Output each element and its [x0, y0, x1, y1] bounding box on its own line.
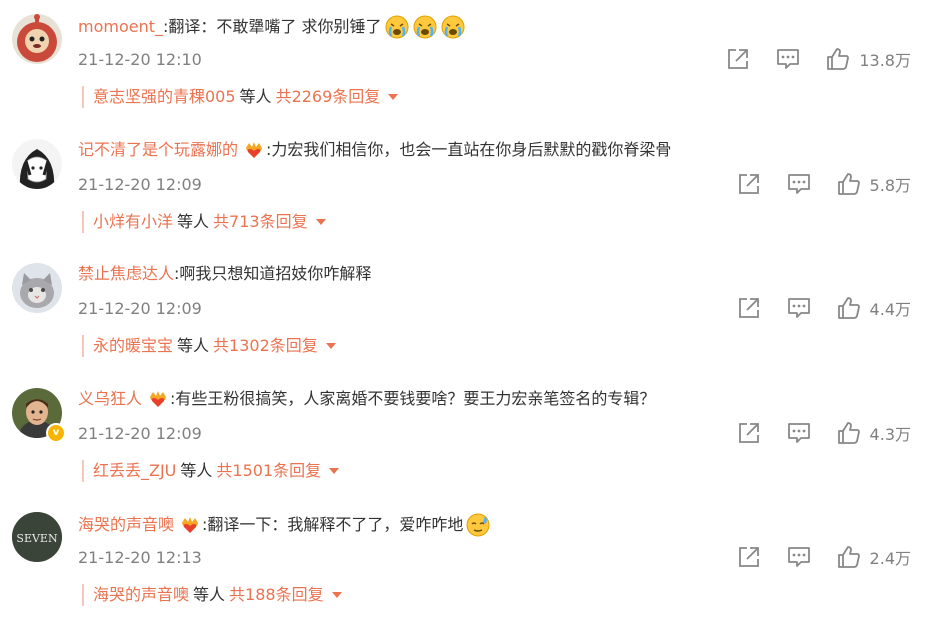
reply-total-link[interactable]: 共2269条回复 [276, 86, 381, 108]
comment-item: 记不清了是个玩露娜的 : 力宏我们相信你，也会一直站在你身后默默的戳你脊梁骨 21… [0, 125, 933, 249]
comment-icon[interactable] [786, 420, 812, 446]
thumbs-up-icon[interactable] [836, 544, 862, 570]
sweat-face-icon [465, 512, 491, 538]
comment-actions: 13.8万 [725, 46, 911, 72]
comment-username[interactable]: momoent_ [78, 16, 163, 38]
reply-summary[interactable]: 意志坚强的青稞005 等人 共2269条回复 [82, 86, 399, 108]
crying-face-icon [440, 14, 466, 40]
chevron-down-icon[interactable] [325, 343, 336, 349]
reply-username[interactable]: 海哭的声音噢 [93, 584, 189, 606]
chevron-down-icon[interactable] [329, 468, 340, 474]
reply-total-link[interactable]: 共188条回复 [229, 584, 324, 606]
reply-username[interactable]: 红丢丢_ZJU [93, 460, 176, 482]
comment-item: momoent_: 翻译：不敢犟嘴了 求你别锤了 21-12-20 12:10 1… [0, 0, 933, 124]
avatar[interactable] [12, 14, 62, 64]
reply-summary[interactable]: 小烊有小洋 等人 共713条回复 [82, 211, 326, 233]
comment-icon[interactable] [775, 46, 801, 72]
like-count: 13.8万 [859, 51, 911, 70]
verified-badge-icon: v [46, 423, 66, 443]
comment-text: 翻译一下：我解释不了了，爱咋咋地 [207, 515, 464, 534]
share-icon[interactable] [736, 420, 762, 446]
thumbs-up-icon[interactable] [836, 171, 862, 197]
comment-actions: 2.4万 [736, 544, 911, 570]
comment-line: 禁止焦虑达人: 啊我只想知道招妓你咋解释 [78, 263, 371, 285]
comment-actions: 5.8万 [736, 171, 911, 197]
comment-time: 21-12-20 12:09 [78, 175, 202, 194]
reply-mid-text: 等人 [239, 87, 272, 106]
crying-face-icon [412, 14, 438, 40]
comment-username[interactable]: 禁止焦虑达人 [78, 263, 174, 285]
comment-icon[interactable] [786, 544, 812, 570]
crown-heart-icon [244, 140, 264, 160]
comment-line: 义乌狂人 : 有些王粉很搞笑，人家离婚不要钱要啥？要王力宏亲笔签名的专辑？ [78, 388, 655, 410]
like-count: 5.8万 [869, 176, 911, 195]
crown-heart-icon [180, 515, 200, 535]
comment-text: 翻译：不敢犟嘴了 求你别锤了 [168, 17, 382, 36]
thumbs-up-icon[interactable] [825, 46, 851, 72]
avatar[interactable]: SEVEN [12, 512, 62, 562]
reply-username[interactable]: 永的暖宝宝 [93, 335, 173, 357]
reply-mid-text: 等人 [177, 212, 210, 231]
crying-face-icon [384, 14, 410, 40]
share-icon[interactable] [725, 46, 751, 72]
chevron-down-icon[interactable] [331, 592, 342, 598]
reply-mid-text: 等人 [193, 585, 226, 604]
reply-total-link[interactable]: 共1302条回复 [213, 335, 318, 357]
thumbs-up-icon[interactable] [836, 420, 862, 446]
comment-line: momoent_: 翻译：不敢犟嘴了 求你别锤了 [78, 14, 466, 40]
comment-actions: 4.4万 [736, 295, 911, 321]
share-icon[interactable] [736, 544, 762, 570]
reply-username[interactable]: 小烊有小洋 [93, 211, 173, 233]
comment-item: 禁止焦虑达人: 啊我只想知道招妓你咋解释 21-12-20 12:09 4.4万 … [0, 249, 933, 373]
comment-line: 记不清了是个玩露娜的 : 力宏我们相信你，也会一直站在你身后默默的戳你脊梁骨 [78, 139, 671, 161]
like-count: 4.4万 [869, 300, 911, 319]
share-icon[interactable] [736, 295, 762, 321]
comment-text: 有些王粉很搞笑，人家离婚不要钱要啥？要王力宏亲笔签名的专辑？ [175, 389, 656, 408]
comment-line: 海哭的声音噢 : 翻译一下：我解释不了了，爱咋咋地 [78, 512, 491, 538]
comment-icon[interactable] [786, 171, 812, 197]
comment-icon[interactable] [786, 295, 812, 321]
reply-total-link[interactable]: 共1501条回复 [216, 460, 321, 482]
reply-mid-text: 等人 [177, 336, 210, 355]
reply-summary[interactable]: 红丢丢_ZJU 等人 共1501条回复 [82, 460, 340, 482]
comment-time: 21-12-20 12:13 [78, 548, 202, 567]
thumbs-up-icon[interactable] [836, 295, 862, 321]
like-count: 2.4万 [869, 549, 911, 568]
reply-total-link[interactable]: 共713条回复 [213, 211, 308, 233]
chevron-down-icon[interactable] [388, 94, 399, 100]
crown-heart-icon [148, 389, 168, 409]
comment-text: 啊我只想知道招妓你咋解释 [179, 264, 372, 283]
svg-text:SEVEN: SEVEN [16, 532, 58, 545]
chevron-down-icon[interactable] [315, 219, 326, 225]
comment-username[interactable]: 义乌狂人 [78, 388, 142, 410]
like-count: 4.3万 [869, 425, 911, 444]
comment-item: SEVEN 海哭的声音噢 : 翻译一下：我解释不了了，爱咋咋地 21-12-20 … [0, 498, 933, 622]
comment-item: v 义乌狂人 : 有些王粉很搞笑，人家离婚不要钱要啥？要王力宏亲笔签名的专辑？ 2… [0, 374, 933, 498]
reply-username[interactable]: 意志坚强的青稞005 [93, 86, 236, 108]
reply-summary[interactable]: 海哭的声音噢 等人 共188条回复 [82, 584, 342, 606]
avatar[interactable] [12, 263, 62, 313]
comment-username[interactable]: 海哭的声音噢 [78, 514, 174, 536]
comment-actions: 4.3万 [736, 420, 911, 446]
reply-summary[interactable]: 永的暖宝宝 等人 共1302条回复 [82, 335, 336, 357]
comment-time: 21-12-20 12:10 [78, 50, 202, 69]
comment-time: 21-12-20 12:09 [78, 424, 202, 443]
comment-time: 21-12-20 12:09 [78, 299, 202, 318]
share-icon[interactable] [736, 171, 762, 197]
avatar[interactable] [12, 139, 62, 189]
comment-text: 力宏我们相信你，也会一直站在你身后默默的戳你脊梁骨 [271, 140, 672, 159]
reply-mid-text: 等人 [180, 461, 213, 480]
comment-username[interactable]: 记不清了是个玩露娜的 [78, 139, 238, 161]
